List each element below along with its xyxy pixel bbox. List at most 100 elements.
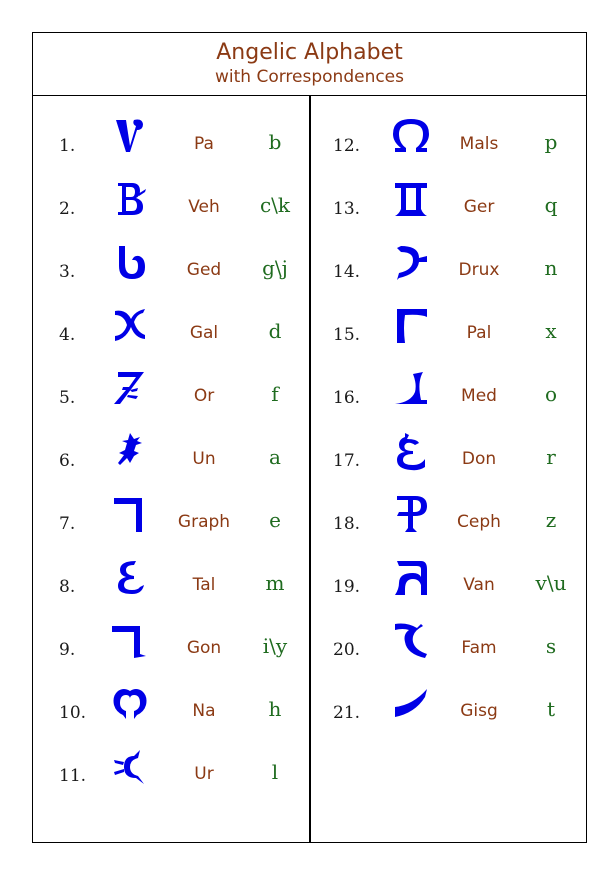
latin-correspondence: a (269, 445, 281, 469)
letter-name: Fam (461, 638, 497, 658)
alphabet-row: 18. Ceph z (310, 474, 586, 537)
letter-number: 7. (59, 514, 76, 534)
letter-number: 5. (59, 388, 76, 408)
angelic-drux-icon (390, 242, 432, 282)
alphabet-chart-frame: Angelic Alphabet with Correspondences 1.… (32, 32, 587, 843)
latin-correspondence: b (268, 130, 282, 154)
angelic-gon-icon (109, 620, 151, 660)
letter-number: 20. (333, 640, 361, 660)
letter-number: 19. (333, 577, 361, 597)
latin-correspondence: x (545, 319, 557, 343)
alphabet-row: 2. Veh c\k (33, 159, 309, 222)
latin-correspondence: h (268, 697, 282, 721)
latin-correspondence: s (545, 634, 557, 658)
angelic-gal-icon (109, 305, 151, 345)
latin-correspondence: g\j (262, 256, 288, 280)
latin-correspondence: r (546, 445, 556, 469)
letter-name: Mals (459, 134, 499, 154)
alphabet-row: 1. Pa b (33, 96, 309, 159)
letter-name: Tal (192, 575, 216, 595)
angelic-mals-icon (390, 116, 432, 156)
letter-number: 4. (59, 325, 76, 345)
angelic-don-icon (390, 431, 432, 471)
letter-name: Van (463, 575, 495, 595)
letter-name: Veh (188, 197, 220, 217)
angelic-pal-icon (390, 305, 432, 345)
angelic-ceph-icon (390, 494, 432, 534)
alphabet-row: 4. Gal d (33, 285, 309, 348)
letter-number: 21. (333, 703, 361, 723)
angelic-med-icon (390, 368, 432, 408)
page-title: Angelic Alphabet (216, 40, 403, 65)
alphabet-row: 20. Fam s (310, 600, 586, 663)
letter-name: Gon (186, 638, 222, 658)
alphabet-row: 3. Ged g\j (33, 222, 309, 285)
angelic-or-icon (109, 368, 151, 408)
letter-name: Ger (463, 197, 495, 217)
latin-correspondence: c\k (259, 193, 291, 217)
letter-number: 16. (333, 388, 361, 408)
angelic-ur-icon (109, 746, 151, 786)
angelic-un-icon (109, 431, 151, 471)
letter-number: 15. (333, 325, 361, 345)
letter-number: 17. (333, 451, 361, 471)
latin-correspondence: q (544, 193, 558, 217)
alphabet-row: 16. Med o (310, 348, 586, 411)
latin-correspondence: e (269, 508, 281, 532)
letter-number: 3. (59, 262, 76, 282)
latin-correspondence: z (545, 508, 557, 532)
angelic-graph-icon (109, 494, 151, 534)
chart-header: Angelic Alphabet with Correspondences (33, 33, 586, 96)
letter-number: 13. (333, 199, 361, 219)
alphabet-row: 8. Tal m (33, 537, 309, 600)
latin-correspondence: m (265, 571, 285, 595)
latin-correspondence: i\y (262, 634, 288, 658)
alphabet-row: 11. Ur l (33, 726, 309, 789)
letter-name: Gal (189, 323, 219, 343)
latin-correspondence: v\u (535, 571, 567, 595)
latin-correspondence: t (546, 697, 556, 721)
alphabet-row: 9. Gon i\y (33, 600, 309, 663)
letter-name: Un (192, 449, 216, 469)
letter-name: Ged (186, 260, 222, 280)
alphabet-row: 6. Un a (33, 411, 309, 474)
alphabet-row: 10. Na h (33, 663, 309, 726)
alphabet-row: 12. Mals p (310, 96, 586, 159)
letter-name: Ceph (457, 512, 501, 532)
angelic-tal-icon (109, 557, 151, 597)
alphabet-row: 19. Van v\u (310, 537, 586, 600)
letter-name: Ur (194, 764, 214, 784)
alphabet-row: 13. Ger q (310, 159, 586, 222)
latin-correspondence: d (268, 319, 282, 343)
letter-number: 1. (59, 136, 76, 156)
letter-name: Or (193, 386, 215, 406)
angelic-gisg-icon (390, 683, 432, 723)
latin-correspondence: n (544, 256, 558, 280)
letter-name: Gisg (460, 701, 498, 721)
letter-name: Med (461, 386, 497, 406)
alphabet-row: 5. Or f (33, 348, 309, 411)
letter-number: 12. (333, 136, 361, 156)
letter-name: Drux (458, 260, 500, 280)
angelic-veh-icon (109, 179, 151, 219)
letter-number: 18. (333, 514, 361, 534)
angelic-na-icon (109, 683, 151, 723)
angelic-fam-icon (390, 620, 432, 660)
letter-name: Graph (177, 512, 231, 532)
latin-correspondence: f (271, 382, 279, 406)
letter-name: Pa (194, 134, 214, 154)
letter-number: 10. (59, 703, 87, 723)
letter-number: 8. (59, 577, 76, 597)
angelic-pa-icon (109, 116, 151, 156)
letter-name: Na (192, 701, 216, 721)
angelic-ger-icon (390, 179, 432, 219)
letter-number: 14. (333, 262, 361, 282)
letter-name: Pal (466, 323, 492, 343)
angelic-van-icon (390, 557, 432, 597)
angelic-ged-icon (109, 242, 151, 282)
letter-number: 6. (59, 451, 76, 471)
letter-name: Don (461, 449, 497, 469)
alphabet-row: 21. Gisg t (310, 663, 586, 726)
letter-number: 2. (59, 199, 76, 219)
page-subtitle: with Correspondences (214, 67, 405, 87)
